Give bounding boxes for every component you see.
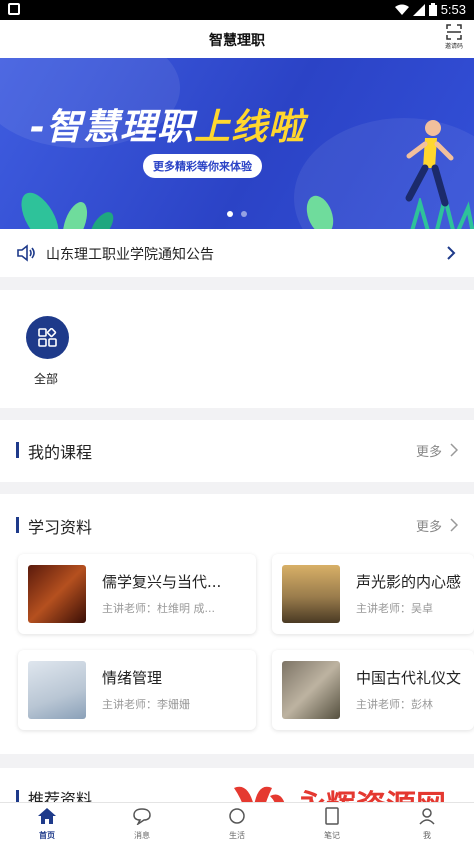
speaker-icon — [17, 244, 35, 262]
notice-bar[interactable]: 山东理工职业学院通知公告 — [0, 229, 474, 277]
more-link[interactable]: 更多 — [416, 516, 442, 535]
carousel-dot-active[interactable] — [227, 211, 233, 217]
material-thumbnail — [282, 661, 340, 719]
material-title: 情绪管理 — [102, 669, 163, 687]
leaf-icon — [21, 192, 114, 229]
material-card[interactable]: 情绪管理 主讲老师：李姗姗 — [18, 650, 256, 730]
category-all-button[interactable] — [26, 316, 69, 359]
app-header: 智慧理职 邀请码 — [0, 20, 474, 58]
section-title: 推荐资料 — [28, 790, 93, 802]
signal-icon — [412, 3, 425, 16]
my-courses-section: 我的课程 更多 — [0, 420, 474, 482]
page-title: 智慧理职 — [209, 33, 265, 49]
category-all-label: 全部 — [34, 372, 59, 386]
notification-icon — [8, 3, 20, 15]
scan-button[interactable]: 邀请码 — [442, 24, 466, 54]
tab-messages[interactable]: 消息 — [122, 807, 162, 841]
wifi-icon — [394, 4, 409, 15]
section-marker — [16, 517, 19, 533]
leaf-icon — [306, 195, 334, 229]
tab-home[interactable]: 首页 — [27, 807, 67, 841]
battery-icon — [428, 3, 437, 16]
section-title: 我的课程 — [28, 443, 93, 462]
bottom-tab-bar: 首页 消息 生活 笔记 我 — [0, 802, 474, 842]
clock: 5:53 — [440, 2, 466, 17]
section-marker — [16, 790, 19, 802]
scan-icon — [446, 24, 462, 40]
notice-text: 山东理工职业学院通知公告 — [46, 247, 214, 263]
material-teacher: 主讲老师：杜维明 成... — [102, 602, 215, 615]
material-thumbnail — [282, 565, 340, 623]
material-card[interactable]: 声光影的内心感 主讲老师：吴卓 — [272, 554, 474, 634]
material-teacher: 主讲老师：彭林 — [356, 698, 433, 711]
chevron-right-icon — [450, 443, 458, 457]
material-card[interactable]: 儒学复兴与当代... 主讲老师：杜维明 成... — [18, 554, 256, 634]
material-thumbnail — [28, 661, 86, 719]
section-marker — [16, 442, 19, 458]
category-grid: 全部 — [0, 290, 474, 408]
carousel-dot[interactable] — [241, 211, 247, 217]
grid-icon — [37, 327, 57, 347]
scan-label: 邀请码 — [444, 43, 463, 50]
tab-me[interactable]: 我 — [407, 807, 447, 841]
banner-carousel[interactable]: -智慧理职上线啦 更多精彩等你来体验 — [0, 58, 474, 229]
section-title: 学习资料 — [28, 518, 93, 537]
home-icon — [38, 808, 56, 824]
runner-illustration — [405, 120, 454, 207]
tab-life[interactable]: 生活 — [217, 807, 257, 841]
material-title: 中国古代礼仪文 — [356, 669, 462, 687]
material-thumbnail — [28, 565, 86, 623]
banner-subtitle: 更多精彩等你来体验 — [143, 154, 262, 178]
chevron-right-icon — [450, 518, 458, 532]
user-icon — [419, 808, 435, 825]
tab-notes[interactable]: 笔记 — [312, 807, 352, 841]
materials-section: 学习资料 更多 儒学复兴与当代... 主讲老师：杜维明 成... 声光影的内心感… — [0, 494, 474, 754]
banner-headline: -智慧理职上线啦 — [30, 107, 305, 148]
material-title: 声光影的内心感 — [356, 573, 462, 591]
more-link[interactable]: 更多 — [416, 441, 442, 460]
life-icon — [229, 808, 245, 824]
material-card[interactable]: 中国古代礼仪文 主讲老师：彭林 — [272, 650, 474, 730]
status-bar: 5:53 — [0, 0, 474, 20]
chevron-right-icon — [447, 246, 456, 260]
message-icon — [133, 808, 151, 827]
material-teacher: 主讲老师：李姗姗 — [102, 698, 190, 711]
note-icon — [325, 807, 339, 825]
material-title: 儒学复兴与当代... — [102, 573, 222, 591]
material-teacher: 主讲老师：吴卓 — [356, 602, 433, 615]
